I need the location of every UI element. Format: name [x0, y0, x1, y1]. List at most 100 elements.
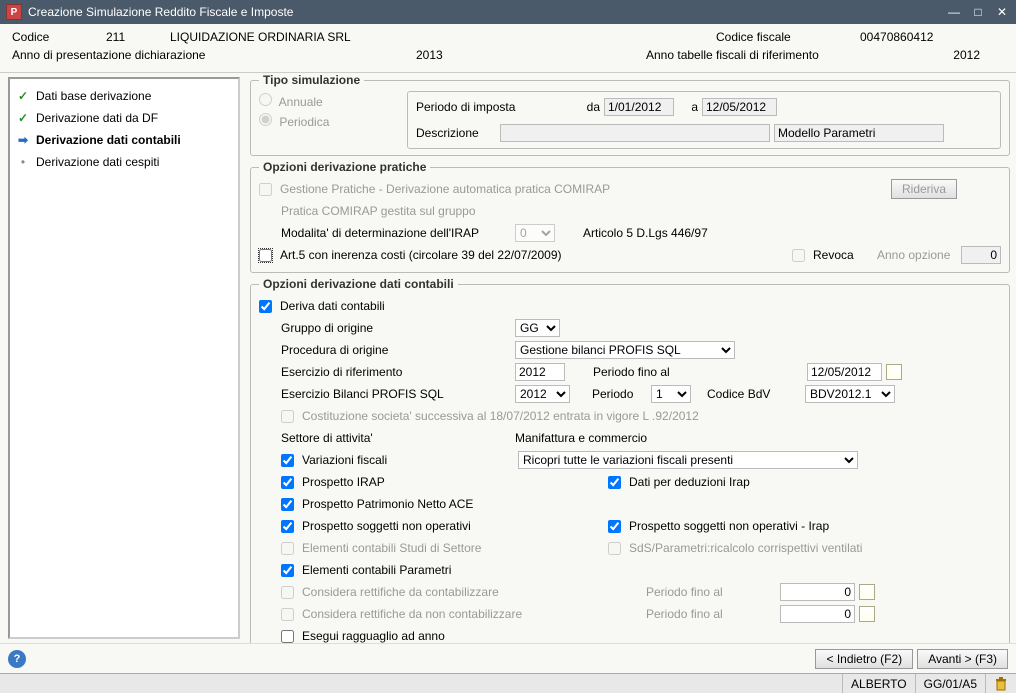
nav-label: Derivazione dati contabili [36, 133, 181, 147]
modello-input [774, 124, 944, 142]
procedura-select[interactable]: Gestione bilanci PROFIS SQL [515, 341, 735, 359]
calendar-icon[interactable] [886, 364, 902, 380]
tipo-simulazione-group: Tipo simulazione Annuale Periodica Perio… [250, 73, 1010, 156]
articolo-label: Articolo 5 D.Lgs 446/97 [583, 226, 708, 240]
sds-label: SdS/Parametri:ricalcolo corrispettivi ve… [629, 541, 862, 555]
radio-annuale-label: Annuale [259, 93, 399, 109]
costituzione-checkbox [281, 410, 294, 423]
rett-cont-input[interactable] [780, 583, 855, 601]
prospetto-irap-checkbox[interactable] [281, 476, 294, 489]
nav-derivazione-contabili[interactable]: ➡ Derivazione dati contabili [14, 129, 234, 151]
prospetto-ace-checkbox[interactable] [281, 498, 294, 511]
cfiscale-value: 00470860412 [860, 30, 980, 44]
prospetto-nonop-irap-checkbox[interactable] [608, 520, 621, 533]
a-label: a [678, 100, 698, 114]
statusbar: ALBERTO GG/01/A5 [0, 673, 1016, 693]
esercizio-rif-input[interactable] [515, 363, 565, 381]
a-input [702, 98, 777, 116]
nav-dati-base[interactable]: ✓ Dati base derivazione [14, 85, 234, 107]
codice-label: Codice [12, 30, 82, 44]
nav-label: Derivazione dati cespiti [36, 155, 159, 169]
status-user: ALBERTO [842, 674, 915, 693]
periodo-fino-label: Periodo fino al [593, 365, 803, 379]
nav-label: Dati base derivazione [36, 89, 151, 103]
radio-periodica-label: Periodica [259, 113, 399, 129]
modalita-select: 0 [515, 224, 555, 242]
procedura-label: Procedura di origine [281, 343, 511, 357]
settore-label: Settore di attivita' [281, 431, 511, 445]
deriva-checkbox[interactable] [259, 300, 272, 313]
art5-checkbox[interactable] [259, 249, 272, 262]
ragguaglio-label: Esegui ragguaglio ad anno [302, 629, 445, 643]
codice-bdv-select[interactable]: BDV2012.1 [805, 385, 895, 403]
arrow-icon: ➡ [16, 133, 30, 147]
studi-label: Elementi contabili Studi di Settore [302, 541, 604, 555]
descrizione-label: Descrizione [416, 126, 496, 140]
cfiscale-label: Codice fiscale [716, 30, 836, 44]
ragguaglio-checkbox[interactable] [281, 630, 294, 643]
maximize-button[interactable]: □ [970, 5, 986, 19]
prospetto-nonop-irap-label: Prospetto soggetti non operativi - Irap [629, 519, 829, 533]
radio-annuale [259, 93, 272, 106]
app-icon: P [6, 4, 22, 20]
esercizio-bil-label: Esercizio Bilanci PROFIS SQL [281, 387, 511, 401]
da-label: da [570, 100, 600, 114]
pratiche-group: Opzioni derivazione pratiche Gestione Pr… [250, 160, 1010, 273]
periodo-label: Periodo [592, 387, 647, 401]
bullet-icon: • [16, 155, 30, 169]
prospetto-ace-label: Prospetto Patrimonio Netto ACE [302, 497, 473, 511]
sds-checkbox [608, 542, 621, 555]
check-icon: ✓ [16, 111, 30, 125]
esercizio-bil-select[interactable]: 2012 [515, 385, 570, 403]
minimize-button[interactable]: — [946, 5, 962, 19]
avanti-button[interactable]: Avanti > (F3) [917, 649, 1008, 669]
parametri-label: Elementi contabili Parametri [302, 563, 451, 577]
gruppo-label: Pratica COMIRAP gestita sul gruppo [281, 204, 476, 218]
parametri-checkbox[interactable] [281, 564, 294, 577]
calendar-icon[interactable] [859, 606, 875, 622]
close-button[interactable]: ✕ [994, 5, 1010, 19]
gruppo-origine-label: Gruppo di origine [281, 321, 511, 335]
anno-pres-label: Anno di presentazione dichiarazione [12, 48, 392, 62]
codice-value: 211 [106, 30, 146, 44]
modalita-label: Modalita' di determinazione dell'IRAP [281, 226, 511, 240]
titlebar: P Creazione Simulazione Reddito Fiscale … [0, 0, 1016, 24]
rett-cont-checkbox [281, 586, 294, 599]
rett-noncont-checkbox [281, 608, 294, 621]
contabili-legend: Opzioni derivazione dati contabili [259, 277, 458, 291]
variazioni-checkbox[interactable] [281, 454, 294, 467]
gestione-pratiche-checkbox [259, 183, 272, 196]
indietro-button[interactable]: < Indietro (F2) [815, 649, 913, 669]
codice-bdv-label: Codice BdV [707, 387, 777, 401]
studi-checkbox [281, 542, 294, 555]
nav-derivazione-cespiti[interactable]: • Derivazione dati cespiti [14, 151, 234, 173]
gruppo-origine-select[interactable]: GG [515, 319, 560, 337]
rideriva-button: Rideriva [891, 179, 957, 199]
periodo-fino-rett2-label: Periodo fino al [646, 607, 776, 621]
esercizio-rif-label: Esercizio di riferimento [281, 365, 511, 379]
ricopri-select[interactable]: Ricopri tutte le variazioni fiscali pres… [518, 451, 858, 469]
periodo-fino-input[interactable] [807, 363, 882, 381]
dati-deduzioni-checkbox[interactable] [608, 476, 621, 489]
deriva-label: Deriva dati contabili [280, 299, 385, 313]
gestione-pratiche-label: Gestione Pratiche - Derivazione automati… [280, 182, 887, 196]
calendar-icon[interactable] [859, 584, 875, 600]
anno-pres-value: 2013 [416, 48, 622, 62]
periodo-select[interactable]: 1 [651, 385, 691, 403]
window-title: Creazione Simulazione Reddito Fiscale e … [28, 5, 946, 19]
help-icon[interactable]: ? [8, 650, 26, 668]
dati-deduzioni-label: Dati per deduzioni Irap [629, 475, 750, 489]
status-code: GG/01/A5 [915, 674, 985, 693]
rett-noncont-input[interactable] [780, 605, 855, 623]
header: Codice 211 LIQUIDAZIONE ORDINARIA SRL Co… [0, 24, 1016, 73]
nav-derivazione-df[interactable]: ✓ Derivazione dati da DF [14, 107, 234, 129]
da-input [604, 98, 674, 116]
prospetto-nonop-checkbox[interactable] [281, 520, 294, 533]
anno-opzione-label: Anno opzione [877, 248, 957, 262]
wizard-sidebar: ✓ Dati base derivazione ✓ Derivazione da… [8, 77, 240, 639]
manifattura-label: Manifattura e commercio [515, 431, 647, 445]
company-name: LIQUIDAZIONE ORDINARIA SRL [170, 30, 692, 44]
pratiche-legend: Opzioni derivazione pratiche [259, 160, 430, 174]
costituzione-label: Costituzione societa' successiva al 18/0… [302, 409, 699, 423]
trash-icon[interactable] [985, 674, 1016, 693]
